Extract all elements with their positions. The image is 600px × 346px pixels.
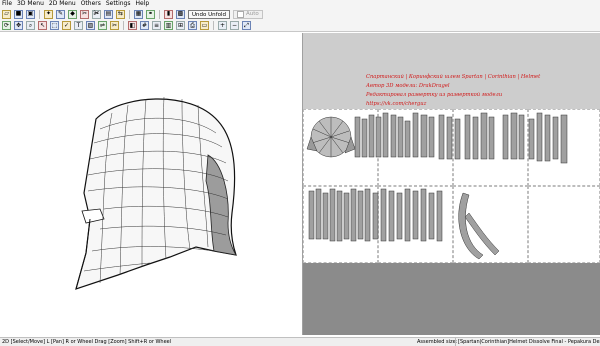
menu-others[interactable]: Others [81,0,101,8]
toolbar-divider [39,9,40,19]
save-icon[interactable]: ■ [14,9,23,19]
toolbar-divider [213,21,214,30]
strip-parts-row2 [308,188,443,242]
menu-help[interactable]: Help [135,0,149,8]
print-icon[interactable]: ⎙ [188,21,197,30]
helmet-model [75,96,237,290]
check-icon[interactable]: ✓ [62,21,71,30]
curved-part [458,192,484,260]
flip-icon[interactable]: ⇌ [98,21,107,30]
author-note: Спартанский | Коринфский шлем Spartan | … [366,73,546,109]
edge-id-icon[interactable]: # [140,21,149,30]
zoom-out-icon[interactable]: − [230,21,239,30]
cut-icon[interactable]: ✂ [110,21,119,30]
open-icon[interactable]: ▱ [2,9,11,19]
light-bulb-icon[interactable]: ✦ [44,9,53,19]
link-icon[interactable]: ⚭ [146,9,155,19]
fan-part [306,116,356,158]
secondary-toolbar: ⟳ ✥ ⌕ ↖ ⬚ ✓ T ▨ ⇌ ✂ ◧ # ≡ ▥ ⊞ ⎙ ▭ + − ⤢ [0,20,600,32]
layout-icon[interactable]: ▥ [164,21,173,30]
edge-icon[interactable]: ✂ [80,9,89,19]
move-icon[interactable]: ✥ [14,21,23,30]
main-toolbar: ▱ ■ ▣ ✦ ✎ ◆ ✂ ✀ ▤ ⇆ ▦ ⚭ ▮ ▩ Undo Unfold … [0,8,600,20]
zoom-in-icon[interactable]: + [218,21,227,30]
note-line: Спартанский | Коринфский шлем Spartan | … [366,74,541,80]
toolbar-divider [123,21,124,30]
color-flag-icon[interactable]: ▮ [164,9,173,19]
grid-icon[interactable]: ▦ [134,9,143,19]
2d-viewport[interactable]: Спартанский | Коринфский шлем Spartan | … [303,33,600,335]
fit-icon[interactable]: ⤢ [242,21,251,30]
image-icon[interactable]: ▨ [86,21,95,30]
undo-unfold-button[interactable]: Undo Unfold [188,9,230,19]
texture-icon[interactable]: ▤ [104,9,113,19]
fold-icon[interactable]: ◧ [128,21,137,30]
menu-bar: File 3D Menu 2D Menu Others Settings Hel… [0,0,600,8]
save-as-icon[interactable]: ▣ [26,9,35,19]
menu-3d[interactable]: 3D Menu [17,0,44,8]
unfolded-parts [306,112,568,260]
auto-checkbox[interactable]: Auto [232,9,263,19]
join-icon[interactable]: ⇆ [116,9,125,19]
align-left-icon[interactable]: ≡ [152,21,161,30]
view-icon[interactable]: ▩ [176,9,185,19]
page-icon[interactable]: ▭ [200,21,209,30]
menu-file[interactable]: File [2,0,12,8]
checkbox-icon [236,10,244,18]
toolbar-divider [129,9,130,19]
rotate-icon[interactable]: ⟳ [2,21,11,30]
text-icon[interactable]: T [74,21,83,30]
arrange-icon[interactable]: ⊞ [176,21,185,30]
paint-icon[interactable]: ◆ [68,9,77,19]
3d-viewport[interactable] [0,33,303,335]
toolbar-divider [159,9,160,19]
menu-2d[interactable]: 2D Menu [49,0,76,8]
select-icon[interactable]: ⬚ [50,21,59,30]
note-line: https://vk.com/cherguz [366,101,427,107]
auto-label: Auto [245,11,259,17]
note-line: Автор 3D модели: DrakDragel [366,83,450,89]
menu-settings[interactable]: Settings [106,0,131,8]
arrow-icon[interactable]: ↖ [38,21,47,30]
zoom-icon[interactable]: ⌕ [26,21,35,30]
note-line: Редактировал развертку из разверткой мод… [366,92,503,98]
scissors-icon[interactable]: ✀ [92,9,101,19]
strip-parts-row1 [354,112,568,164]
pencil-icon[interactable]: ✎ [56,9,65,19]
